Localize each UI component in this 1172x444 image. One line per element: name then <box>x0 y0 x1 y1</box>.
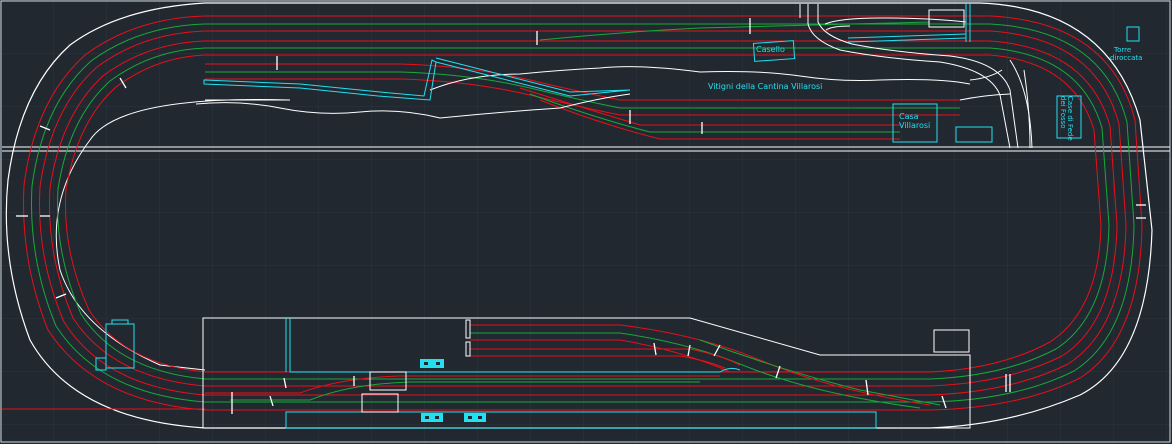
label-side-line2: dei Fosso <box>1059 96 1067 129</box>
wagon-1 <box>420 359 444 368</box>
label-torre-line1: Torre <box>1113 46 1131 54</box>
label-casello: Casello <box>756 45 785 54</box>
label-casa-line2: Villarosi <box>899 121 930 130</box>
grid-background <box>0 0 1172 444</box>
track-plan-drawing: Casello Vitigni della Cantina Villarosi … <box>0 0 1172 444</box>
label-casa-line1: Casa <box>899 112 919 121</box>
wagon-2 <box>421 413 443 422</box>
label-vigneti: Vitigni della Cantina Villarosi <box>708 82 822 91</box>
label-torre-line2: diroccata <box>1110 54 1142 62</box>
wagon-3 <box>464 413 486 422</box>
